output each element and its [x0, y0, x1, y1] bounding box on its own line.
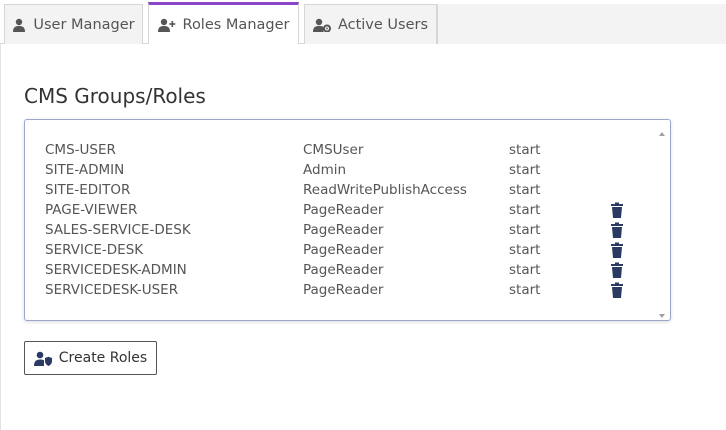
list-item[interactable]: SERVICE-DESK PageReader start [25, 240, 655, 260]
create-roles-button[interactable]: Create Roles [24, 341, 157, 375]
role-name: PAGE-VIEWER [45, 202, 138, 218]
trash-icon[interactable] [610, 202, 626, 218]
role-access: CMSUser [303, 142, 364, 158]
role-name: SITE-ADMIN [45, 162, 125, 178]
tab-label: Active Users [337, 16, 429, 33]
role-start: start [509, 282, 541, 298]
role-start: start [509, 222, 541, 238]
role-name: SITE-EDITOR [45, 182, 131, 198]
list-item[interactable]: SERVICEDESK-ADMIN PageReader start [25, 260, 655, 280]
list-item[interactable]: SERVICEDESK-USER PageReader start [25, 280, 655, 300]
trash-icon[interactable] [610, 242, 626, 258]
scroll-up-arrow-icon[interactable] [657, 124, 667, 136]
role-access: Admin [303, 162, 347, 178]
role-start: start [509, 262, 541, 278]
tab-roles-manager[interactable]: Roles Manager [148, 2, 299, 44]
scroll-down-arrow-icon[interactable] [657, 306, 667, 318]
roles-listbox[interactable]: CMS-USER CMSUser start SITE-ADMIN Admin … [24, 119, 671, 321]
role-name: SERVICEDESK-ADMIN [45, 262, 187, 278]
list-item[interactable]: SITE-EDITOR ReadWritePublishAccess start [25, 180, 655, 200]
role-access: PageReader [303, 262, 384, 278]
role-start: start [509, 242, 541, 258]
list-item[interactable]: SITE-ADMIN Admin start [25, 160, 655, 180]
role-name: SERVICEDESK-USER [45, 282, 179, 298]
role-start: start [509, 162, 541, 178]
tab-bar-filler [437, 4, 726, 44]
tab-user-manager[interactable]: User Manager [4, 4, 143, 44]
tab-label: Roles Manager [182, 16, 290, 33]
user-shield-icon [33, 351, 52, 366]
role-name: CMS-USER [45, 142, 116, 158]
tab-bar: User Manager Roles Manager Active Users [0, 0, 726, 44]
tab-label: User Manager [33, 16, 135, 33]
user-plus-icon [157, 18, 176, 32]
role-access: PageReader [303, 242, 384, 258]
tab-active-users[interactable]: Active Users [304, 4, 437, 44]
list-item[interactable]: SALES-SERVICE-DESK PageReader start [25, 220, 655, 240]
trash-icon[interactable] [610, 222, 626, 238]
page-title: CMS Groups/Roles [24, 84, 206, 108]
role-access: PageReader [303, 202, 384, 218]
role-start: start [509, 202, 541, 218]
role-name: SERVICE-DESK [45, 242, 144, 258]
role-name: SALES-SERVICE-DESK [45, 222, 191, 238]
role-access: PageReader [303, 222, 384, 238]
user-gear-icon [312, 18, 331, 32]
list-item[interactable]: PAGE-VIEWER PageReader start [25, 200, 655, 220]
user-icon [12, 18, 26, 32]
create-roles-label: Create Roles [58, 350, 148, 366]
trash-icon[interactable] [610, 282, 626, 298]
role-access: ReadWritePublishAccess [303, 182, 467, 198]
role-access: PageReader [303, 282, 384, 298]
role-start: start [509, 142, 541, 158]
trash-icon[interactable] [610, 262, 626, 278]
role-start: start [509, 182, 541, 198]
list-item[interactable]: CMS-USER CMSUser start [25, 140, 655, 160]
listbox-scrollbar[interactable] [655, 121, 669, 319]
